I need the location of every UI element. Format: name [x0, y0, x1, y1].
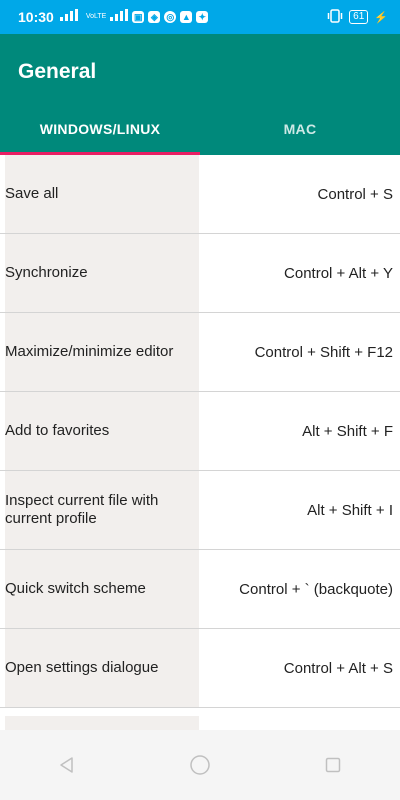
battery-icon: 61: [349, 10, 369, 24]
network-label: VoLTE: [85, 13, 107, 20]
tab-bar: WINDOWS/LINUX MAC: [0, 106, 400, 155]
shortcut-list[interactable]: Save all Control + S Synchronize Control…: [0, 155, 400, 730]
command-label: Open settings dialogue: [5, 629, 199, 707]
drive-icon: ▲: [180, 11, 193, 23]
shortcut-keys: Control + Shift + F12: [254, 343, 393, 361]
app-icon: ✦: [196, 11, 209, 23]
command-label: Synchronize: [5, 234, 199, 312]
command-label: Quick switch scheme: [5, 550, 199, 628]
list-item[interactable]: Save all Control + S: [0, 155, 400, 234]
page-title: General: [18, 60, 97, 83]
signal-icon: [59, 9, 82, 25]
status-left-icons: VoLTE ▣ ◈ ◎ ▲ ✦: [59, 9, 209, 25]
list-item[interactable]: Inspect current file with current profil…: [0, 471, 400, 550]
command-label: Maximize/minimize editor: [5, 313, 199, 391]
command-label-partial: [5, 716, 199, 730]
command-label: Inspect current file with current profil…: [5, 471, 199, 549]
command-label: Save all: [5, 155, 199, 233]
vibrate-icon: [327, 8, 343, 26]
app-notification-icon: ▣: [132, 11, 145, 23]
shortcut-keys-partial: [199, 708, 400, 730]
shortcut-keys: Alt + Shift + F: [302, 422, 393, 440]
app-bar: General WINDOWS/LINUX MAC: [0, 34, 400, 155]
status-bar: 10:30 VoLTE ▣ ◈ ◎ ▲ ✦ 61 ⚡: [0, 0, 400, 34]
list-item[interactable]: Quick switch scheme Control + ` (backquo…: [0, 550, 400, 629]
recents-square-icon[interactable]: [313, 745, 353, 785]
shortcut-keys: Control + S: [317, 185, 393, 203]
back-triangle-icon[interactable]: [47, 745, 87, 785]
status-right: 61 ⚡: [327, 0, 388, 34]
location-icon: ◈: [148, 11, 161, 23]
charging-icon: ⚡: [374, 11, 388, 24]
whatsapp-icon: ◎: [164, 11, 177, 23]
home-circle-icon[interactable]: [180, 745, 220, 785]
tab-windows-linux[interactable]: WINDOWS/LINUX: [0, 106, 200, 155]
navigation-bar: [0, 730, 400, 800]
shortcut-keys: Alt + Shift + I: [307, 501, 393, 519]
list-item[interactable]: Add to favorites Alt + Shift + F: [0, 392, 400, 471]
signal-icon-2: [110, 9, 129, 25]
shortcut-keys: Control + ` (backquote): [239, 580, 393, 598]
list-item[interactable]: Synchronize Control + Alt + Y: [0, 234, 400, 313]
shortcut-keys: Control + Alt + Y: [284, 264, 393, 282]
list-item[interactable]: [0, 708, 400, 730]
status-time: 10:30: [18, 9, 54, 25]
command-label: Add to favorites: [5, 392, 199, 470]
list-item[interactable]: Open settings dialogue Control + Alt + S: [0, 629, 400, 708]
tab-mac[interactable]: MAC: [200, 106, 400, 155]
shortcut-keys: Control + Alt + S: [283, 659, 393, 677]
list-item[interactable]: Maximize/minimize editor Control + Shift…: [0, 313, 400, 392]
